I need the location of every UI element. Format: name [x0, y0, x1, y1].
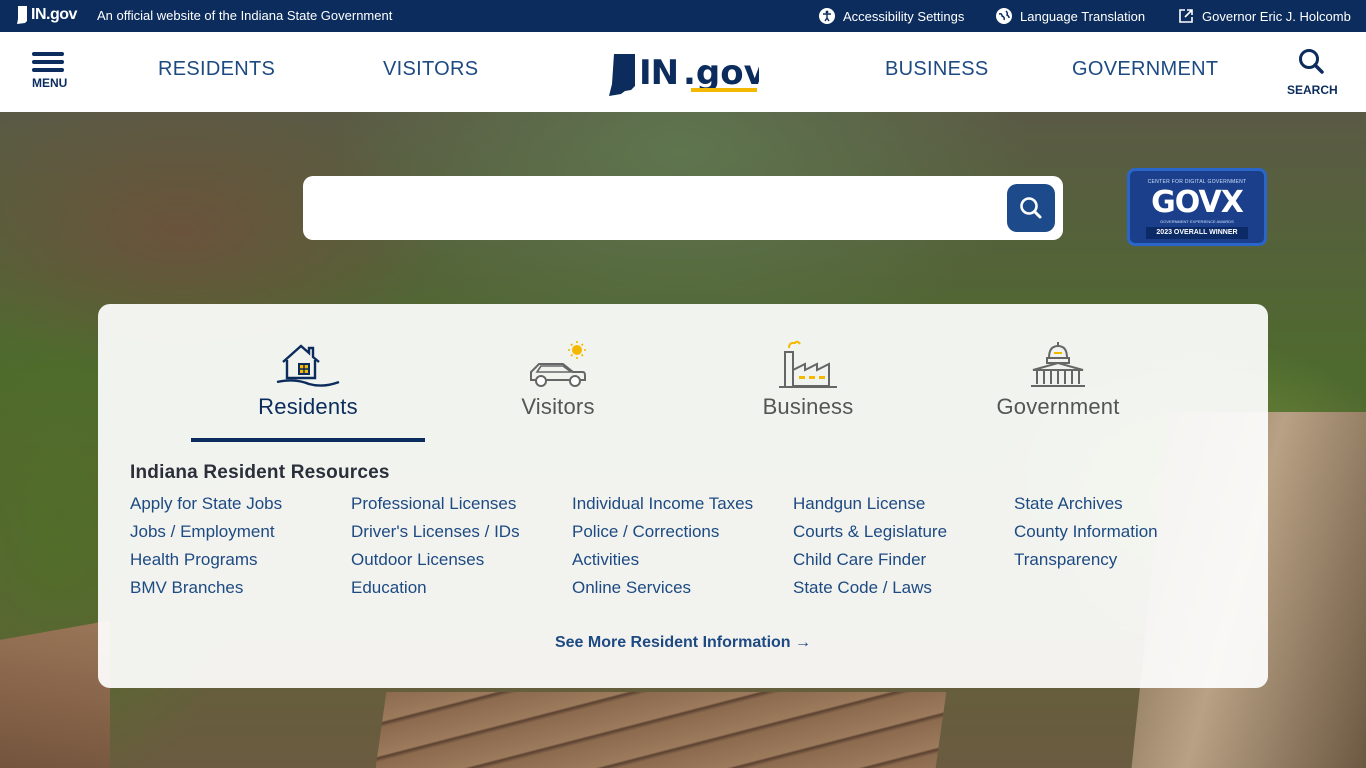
utility-bar: IN.gov An official website of the Indian… — [0, 0, 1366, 32]
resource-link[interactable]: County Information — [1014, 520, 1235, 548]
resource-links-grid: Apply for State Jobs Jobs / Employment H… — [130, 492, 1240, 604]
globe-icon — [996, 8, 1012, 24]
accessibility-settings-link[interactable]: Accessibility Settings — [819, 8, 964, 24]
car-icon — [530, 341, 586, 387]
svg-text:IN: IN — [639, 53, 678, 93]
resource-link[interactable]: State Code / Laws — [793, 576, 1014, 604]
resource-link[interactable]: Activities — [572, 548, 793, 576]
resource-link[interactable]: Jobs / Employment — [130, 520, 351, 548]
search-icon — [1299, 49, 1324, 74]
resource-link[interactable]: BMV Branches — [130, 576, 351, 604]
resource-column: Handgun License Courts & Legislature Chi… — [793, 492, 1014, 604]
resource-link[interactable]: Health Programs — [130, 548, 351, 576]
search-label: SEARCH — [1287, 83, 1338, 97]
svg-text:.gov: .gov — [683, 53, 759, 93]
factory-icon — [779, 340, 837, 388]
house-icon — [276, 344, 340, 387]
nav-business[interactable]: BUSINESS — [885, 58, 989, 81]
resource-column: Apply for State Jobs Jobs / Employment H… — [130, 492, 351, 604]
main-search-button[interactable] — [1007, 184, 1055, 232]
indiana-state-icon — [17, 6, 27, 24]
site-header: MENU RESIDENTS VISITORS IN .gov BUSINESS… — [0, 32, 1366, 112]
menu-label: MENU — [32, 76, 68, 90]
resources-heading: Indiana Resident Resources — [130, 462, 390, 483]
wooden-rail-left — [0, 620, 110, 768]
resource-column: Individual Income Taxes Police / Correct… — [572, 492, 793, 604]
resource-link[interactable]: State Archives — [1014, 492, 1235, 520]
capitol-icon — [1031, 342, 1085, 387]
search-icon — [1020, 197, 1042, 219]
nav-government[interactable]: GOVERNMENT — [1072, 58, 1218, 81]
resource-link[interactable]: Individual Income Taxes — [572, 492, 793, 520]
tab-residents[interactable]: Residents — [191, 340, 425, 420]
badge-winner-text: 2023 OVERALL WINNER — [1146, 227, 1248, 239]
resource-link[interactable]: Apply for State Jobs — [130, 492, 351, 520]
header-search-button[interactable]: SEARCH — [1287, 48, 1338, 97]
main-search-box — [303, 176, 1063, 240]
tab-visitors-label: Visitors — [521, 394, 595, 419]
nav-residents[interactable]: RESIDENTS — [158, 58, 275, 81]
official-tagline: An official website of the Indiana State… — [97, 8, 393, 23]
hamburger-icon — [32, 52, 72, 72]
wooden-steps — [373, 692, 947, 768]
main-search-input[interactable] — [321, 188, 1001, 228]
resource-column: State Archives County Information Transp… — [1014, 492, 1235, 604]
language-translation-link[interactable]: Language Translation — [996, 8, 1145, 24]
tab-business[interactable]: Business — [691, 340, 925, 420]
resource-link[interactable]: Professional Licenses — [351, 492, 572, 520]
resource-column: Professional Licenses Driver's Licenses … — [351, 492, 572, 604]
active-tab-indicator — [191, 438, 425, 442]
resource-link[interactable]: Online Services — [572, 576, 793, 604]
tab-residents-label: Residents — [258, 394, 358, 419]
external-link-icon — [1179, 9, 1193, 23]
tab-business-label: Business — [762, 394, 854, 419]
badge-word: GOVX — [1151, 185, 1244, 220]
accessibility-icon — [819, 8, 835, 24]
resource-link[interactable]: Education — [351, 576, 572, 604]
resource-link[interactable]: Courts & Legislature — [793, 520, 1014, 548]
govx-award-badge[interactable]: CENTER FOR DIGITAL GOVERNMENT GOVX GOVER… — [1127, 168, 1267, 246]
resource-link[interactable]: Transparency — [1014, 548, 1235, 576]
resource-link[interactable]: Police / Corrections — [572, 520, 793, 548]
resource-link[interactable]: Child Care Finder — [793, 548, 1014, 576]
menu-button[interactable]: MENU — [32, 52, 72, 90]
see-more-resident-link[interactable]: See More Resident Information → — [98, 634, 1268, 652]
resource-link[interactable]: Outdoor Licenses — [351, 548, 572, 576]
ingov-logo-graphic: IN .gov — [609, 53, 766, 96]
language-label: Language Translation — [1020, 8, 1146, 24]
governor-link[interactable]: Governor Eric J. Holcomb — [1178, 8, 1351, 24]
top-brand-text: IN.gov — [31, 6, 77, 23]
badge-sub-text: GOVERNMENT EXPERIENCE AWARDS — [1160, 219, 1234, 224]
governor-label: Governor Eric J. Holcomb — [1202, 8, 1351, 24]
ingov-logo[interactable]: IN .gov — [609, 50, 766, 96]
nav-visitors[interactable]: VISITORS — [383, 58, 478, 81]
top-brand[interactable]: IN.gov — [16, 6, 77, 24]
accessibility-label: Accessibility Settings — [843, 8, 965, 24]
resources-panel: Residents Visitors Business Government I… — [98, 304, 1268, 688]
tab-government-label: Government — [996, 394, 1120, 419]
resource-link[interactable]: Driver's Licenses / IDs — [351, 520, 572, 548]
resource-link[interactable]: Handgun License — [793, 492, 1014, 520]
tab-government[interactable]: Government — [941, 340, 1175, 420]
tab-visitors[interactable]: Visitors — [441, 340, 675, 420]
